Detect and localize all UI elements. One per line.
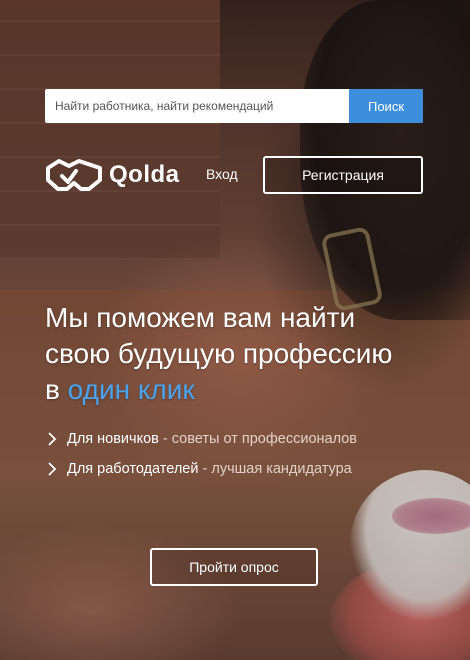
logo[interactable]: Qolda: [45, 156, 180, 194]
register-button[interactable]: Регистрация: [263, 156, 423, 194]
search-bar: Поиск: [45, 89, 423, 123]
feature-title: Для новичков: [67, 431, 159, 447]
background-wall: [0, 0, 220, 260]
feature-separator: -: [158, 431, 172, 447]
feature-item-employers: Для работодателей - лучшая кандидатура: [45, 454, 357, 484]
feature-description: советы от профессионалов: [171, 431, 357, 447]
background-cup-coffee: [392, 498, 470, 534]
chevron-right-icon: [48, 462, 57, 476]
feature-title: Для работодателей: [67, 461, 199, 477]
background-saucer: [330, 560, 470, 660]
feature-separator: -: [198, 461, 212, 477]
feature-item-beginners: Для новичков - советы от профессионалов: [45, 424, 357, 454]
search-button[interactable]: Поиск: [349, 89, 423, 123]
login-link[interactable]: Вход: [206, 166, 238, 182]
headline-prefix: в: [45, 374, 60, 405]
handshake-icon: [46, 159, 102, 191]
take-survey-button[interactable]: Пройти опрос: [150, 548, 318, 586]
logo-text: Qolda: [109, 161, 180, 188]
feature-list: Для новичков - советы от профессионалов …: [45, 424, 357, 484]
headline: Мы поможем вам найти свою будущую профес…: [45, 300, 455, 408]
hero-background: Поиск Qolda Вход Регистрация Мы поможем …: [0, 0, 470, 660]
headline-line-2: свою будущую профессию: [45, 338, 393, 369]
background-cup: [350, 470, 470, 620]
chevron-right-icon: [48, 432, 57, 446]
headline-accent: один клик: [67, 374, 195, 405]
feature-description: лучшая кандидатура: [211, 461, 352, 477]
headline-line-1: Мы поможем вам найти: [45, 302, 356, 333]
search-input[interactable]: [45, 89, 349, 123]
